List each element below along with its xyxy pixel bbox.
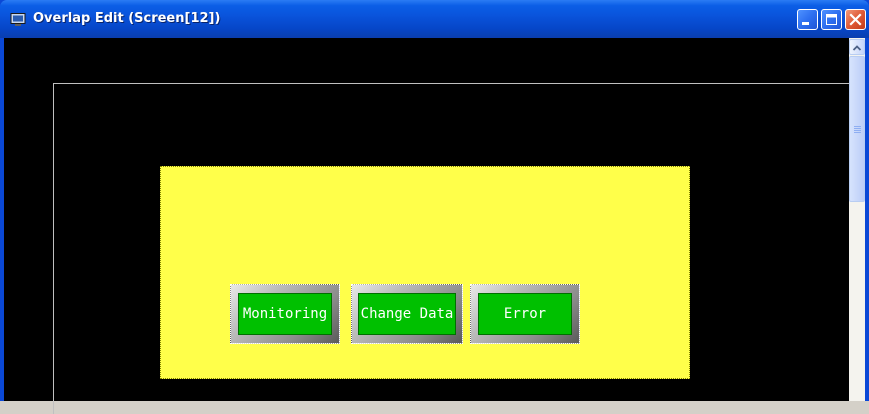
error-button[interactable]: Error — [470, 284, 580, 344]
monitoring-button[interactable]: Monitoring — [230, 284, 340, 344]
close-button[interactable] — [845, 9, 866, 30]
window-frame-right — [865, 38, 869, 401]
maximize-button[interactable] — [821, 9, 842, 30]
edit-canvas[interactable]: Monitoring Change Data Error — [4, 38, 865, 414]
vertical-scrollbar[interactable] — [849, 38, 865, 401]
grip-line — [854, 132, 861, 133]
monitoring-button-label: Monitoring — [238, 293, 332, 335]
close-icon — [849, 13, 862, 26]
minimize-button[interactable] — [797, 9, 818, 30]
grip-line — [854, 130, 861, 131]
title-bar[interactable]: Overlap Edit (Screen[12]) — [0, 0, 869, 38]
minimize-icon — [802, 22, 809, 25]
maximize-icon — [826, 14, 837, 25]
monitor-icon — [10, 12, 26, 26]
scroll-thumb[interactable] — [849, 56, 865, 202]
change-data-button-label: Change Data — [358, 293, 456, 335]
overlap-panel[interactable]: Monitoring Change Data Error — [160, 166, 690, 379]
overlap-edit-window: Overlap Edit (Screen[12]) Monitoring Cha… — [0, 0, 869, 414]
scroll-up-arrow-icon — [852, 45, 862, 51]
scroll-up-button[interactable] — [849, 39, 865, 55]
change-data-button[interactable]: Change Data — [351, 284, 463, 344]
window-title: Overlap Edit (Screen[12]) — [33, 11, 221, 26]
grip-line — [854, 128, 861, 129]
error-button-label: Error — [478, 293, 572, 335]
grip-line — [854, 126, 861, 127]
